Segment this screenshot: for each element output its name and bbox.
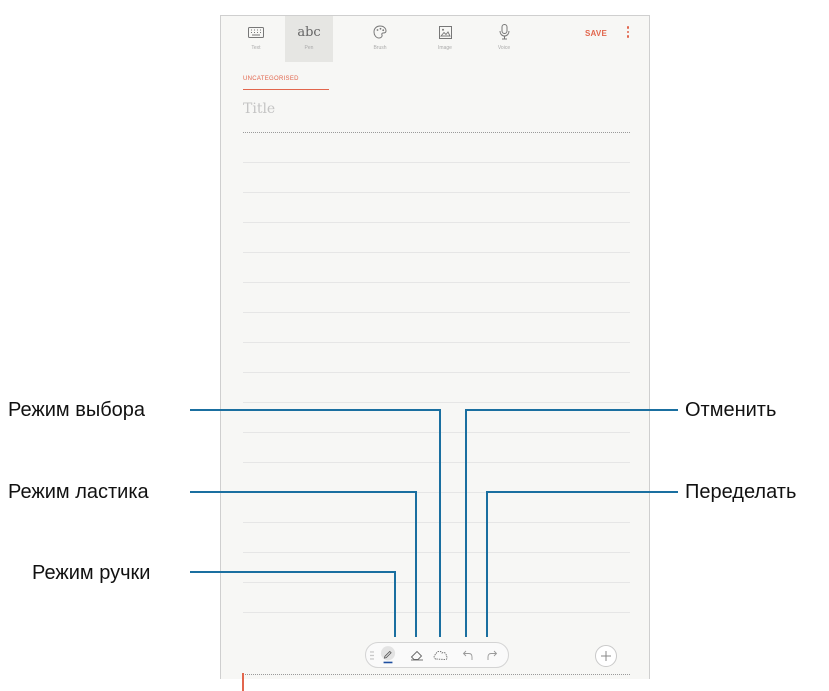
leader-eraser-mode	[190, 491, 417, 637]
leader-redo	[486, 491, 678, 637]
callout-selection-mode: Режим выбора	[8, 399, 146, 421]
leader-undo	[465, 409, 678, 637]
callout-redo: Переделать	[685, 481, 797, 503]
callout-pen-mode: Режим ручки	[32, 562, 151, 584]
leader-pen-mode	[190, 571, 396, 637]
leader-selection-mode	[190, 409, 441, 637]
callout-eraser-mode: Режим ластика	[8, 481, 149, 503]
callout-undo: Отменить	[685, 399, 777, 421]
